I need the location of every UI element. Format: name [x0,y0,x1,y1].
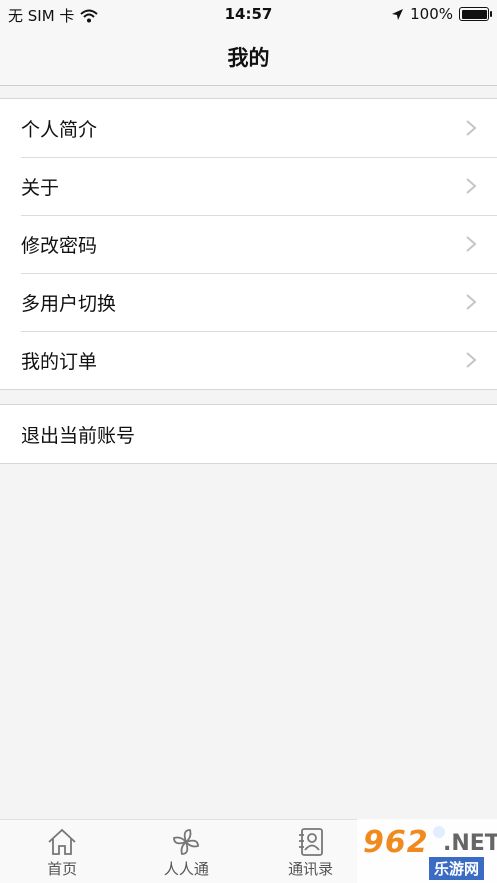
menu-item-profile[interactable]: 个人简介 [0,99,497,157]
logout-group: 退出当前账号 [0,404,497,464]
location-arrow-icon [392,8,404,20]
menu-item-label: 个人简介 [21,118,98,141]
menu-item-about[interactable]: 关于 [0,157,497,215]
chevron-right-icon [466,236,477,252]
chevron-right-icon [466,294,477,310]
nav-bar: 我的 [0,28,497,86]
menu-item-label: 修改密码 [21,234,98,257]
home-icon [48,828,76,855]
chevron-right-icon [466,352,477,368]
battery-fill [461,9,487,19]
contacts-icon [298,828,323,856]
menu-item-label: 我的订单 [21,350,98,373]
tab-label: 通讯录 [288,860,334,878]
logout-label: 退出当前账号 [21,424,136,447]
watermark-site: 乐游网 [429,857,485,880]
tab-label: 首页 [47,860,78,878]
chevron-right-icon [466,120,477,136]
tab-contacts[interactable]: 通讯录 [249,820,373,883]
status-right: 100% [391,5,492,23]
menu-item-switch-user[interactable]: 多用户切换 [0,273,497,331]
page-title: 我的 [227,45,270,70]
watermark-suffix: .NET [443,831,497,856]
chevron-right-icon [466,178,477,194]
menu-item-label: 关于 [21,176,60,199]
battery-percent: 100% [410,5,453,23]
menu-list: 个人简介 关于 修改密码 多用户切换 我的订单 [0,98,497,390]
tab-label: 人人通 [163,860,209,878]
menu-item-label: 多用户切换 [21,292,117,315]
menu-item-my-orders[interactable]: 我的订单 [0,331,497,389]
watermark-number: 962 [363,825,429,860]
tab-home[interactable]: 首页 [0,820,124,883]
status-bar: 无 SIM 卡 14:57 100% [0,0,497,28]
battery-icon [459,7,492,21]
watermark-logo: 962 .NET 乐游网 [357,819,497,883]
menu-item-change-password[interactable]: 修改密码 [0,215,497,273]
logout-button[interactable]: 退出当前账号 [0,405,497,463]
pinwheel-icon [173,829,200,855]
tab-renrentong[interactable]: 人人通 [124,820,248,883]
